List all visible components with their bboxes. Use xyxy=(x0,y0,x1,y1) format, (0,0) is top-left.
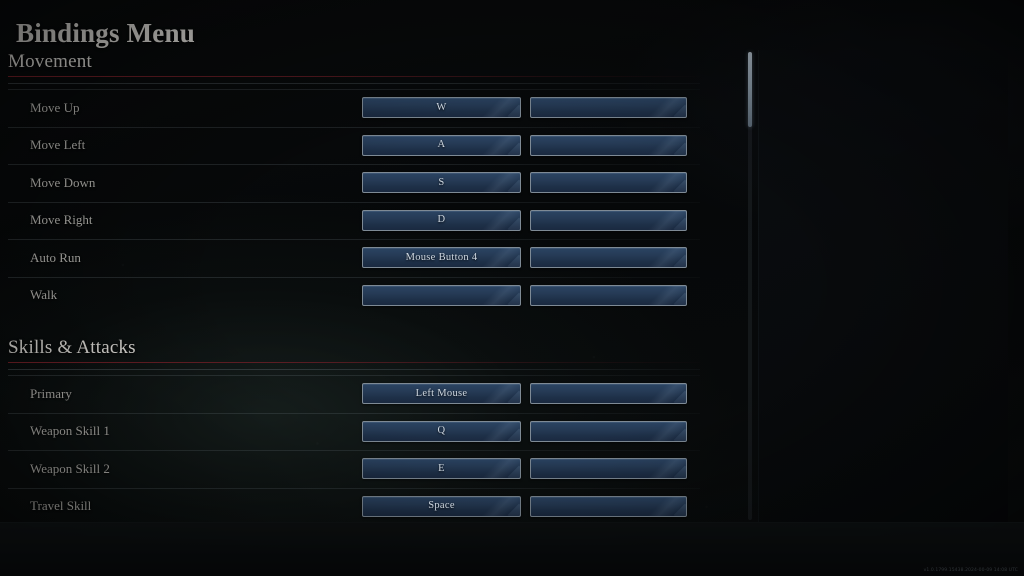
secondary-binding-button-primary[interactable] xyxy=(530,383,687,405)
secondary-binding-button-move-up[interactable] xyxy=(530,97,687,119)
secondary-binding-button-walk[interactable] xyxy=(530,284,687,306)
binding-label-walk: Walk xyxy=(30,287,58,303)
binding-row: Move Left A xyxy=(0,126,700,165)
primary-binding-button-weapon-skill-2[interactable]: E xyxy=(362,458,521,480)
section-rows-skills-attacks: Primary Left Mouse Weapon Skill 1 Q Weapon S… xyxy=(0,375,758,522)
right-detail-panel xyxy=(758,50,1008,522)
build-version-string: v1.0.1799.15438.2024-00-09 14:08 UTC xyxy=(923,568,1018,573)
binding-row: Auto Run Mouse Button 4 xyxy=(0,239,700,277)
section-header-skills-attacks: Skills & Attacks xyxy=(0,336,700,375)
section-title: Skills & Attacks xyxy=(8,337,136,358)
secondary-binding-button-move-right[interactable] xyxy=(530,209,687,231)
section-accent-rule xyxy=(8,362,700,363)
primary-binding-button-walk[interactable] xyxy=(362,284,521,306)
primary-binding-value: Q xyxy=(437,425,446,437)
primary-binding-button-move-right[interactable]: D xyxy=(362,209,521,231)
primary-binding-value: S xyxy=(438,176,445,188)
binding-label-move-left: Move Left xyxy=(30,137,86,153)
primary-binding-value: A xyxy=(437,139,446,151)
primary-binding-value: Left Mouse xyxy=(415,387,468,399)
primary-binding-value: Space xyxy=(428,500,455,512)
vertical-scrollbar-thumb[interactable] xyxy=(748,52,752,127)
section-divider xyxy=(8,369,700,370)
binding-label-move-down: Move Down xyxy=(30,174,96,190)
page-title: Bindings Menu xyxy=(16,18,195,48)
binding-label-travel-skill: Travel Skill xyxy=(30,498,92,514)
primary-binding-value: W xyxy=(436,101,447,113)
primary-binding-button-move-down[interactable]: S xyxy=(362,172,521,194)
binding-label-move-up: Move Up xyxy=(30,99,80,115)
secondary-binding-button-weapon-skill-2[interactable] xyxy=(530,458,687,480)
vertical-scrollbar-track[interactable] xyxy=(748,52,752,520)
secondary-binding-button-weapon-skill-1[interactable] xyxy=(530,420,687,442)
binding-row: Travel Skill Space xyxy=(0,487,700,523)
primary-binding-button-auto-run[interactable]: Mouse Button 4 xyxy=(362,247,521,269)
binding-label-weapon-skill-2: Weapon Skill 2 xyxy=(30,460,110,476)
section-rows-movement: Move Up W Move Left A Move Down S Move Right D A… xyxy=(0,89,758,314)
primary-binding-button-primary[interactable]: Left Mouse xyxy=(362,383,521,405)
binding-row: Move Up W xyxy=(0,89,700,127)
secondary-binding-button-move-left[interactable] xyxy=(530,134,687,156)
primary-binding-button-weapon-skill-1[interactable]: Q xyxy=(362,420,521,442)
secondary-binding-button-auto-run[interactable] xyxy=(530,247,687,269)
section-divider xyxy=(8,83,700,84)
binding-row: Walk xyxy=(0,276,700,315)
game-settings-screen: Bindings Menu Movement Move Up W Move Left A… xyxy=(0,0,1024,576)
footer-bar: Back Reset to default key bindings v1.0.… xyxy=(0,522,1024,576)
primary-binding-button-move-left[interactable]: A xyxy=(362,134,521,156)
binding-row: Move Right D xyxy=(0,201,700,240)
primary-binding-value: E xyxy=(438,462,445,474)
binding-row: Weapon Skill 2 E xyxy=(0,450,700,488)
primary-binding-button-move-up[interactable]: W xyxy=(362,97,521,119)
binding-label-primary: Primary xyxy=(30,385,72,401)
section-accent-rule xyxy=(8,76,700,77)
secondary-binding-button-travel-skill[interactable] xyxy=(530,495,687,517)
binding-label-move-right: Move Right xyxy=(30,212,93,228)
bindings-scroll-viewport[interactable]: Movement Move Up W Move Left A Move Down S Move… xyxy=(0,50,758,522)
binding-row: Primary Left Mouse xyxy=(0,375,700,413)
binding-label-auto-run: Auto Run xyxy=(30,249,81,265)
section-header-movement: Movement xyxy=(0,50,700,89)
binding-label-weapon-skill-1: Weapon Skill 1 xyxy=(30,423,110,439)
secondary-binding-button-move-down[interactable] xyxy=(530,172,687,194)
binding-row: Weapon Skill 1 Q xyxy=(0,412,700,451)
binding-row: Move Down S xyxy=(0,164,700,202)
primary-binding-button-travel-skill[interactable]: Space xyxy=(362,495,521,517)
primary-binding-value: D xyxy=(437,214,446,226)
section-title: Movement xyxy=(8,51,92,72)
bindings-list: Movement Move Up W Move Left A Move Down S Move… xyxy=(0,50,758,522)
primary-binding-value: Mouse Button 4 xyxy=(405,251,478,263)
